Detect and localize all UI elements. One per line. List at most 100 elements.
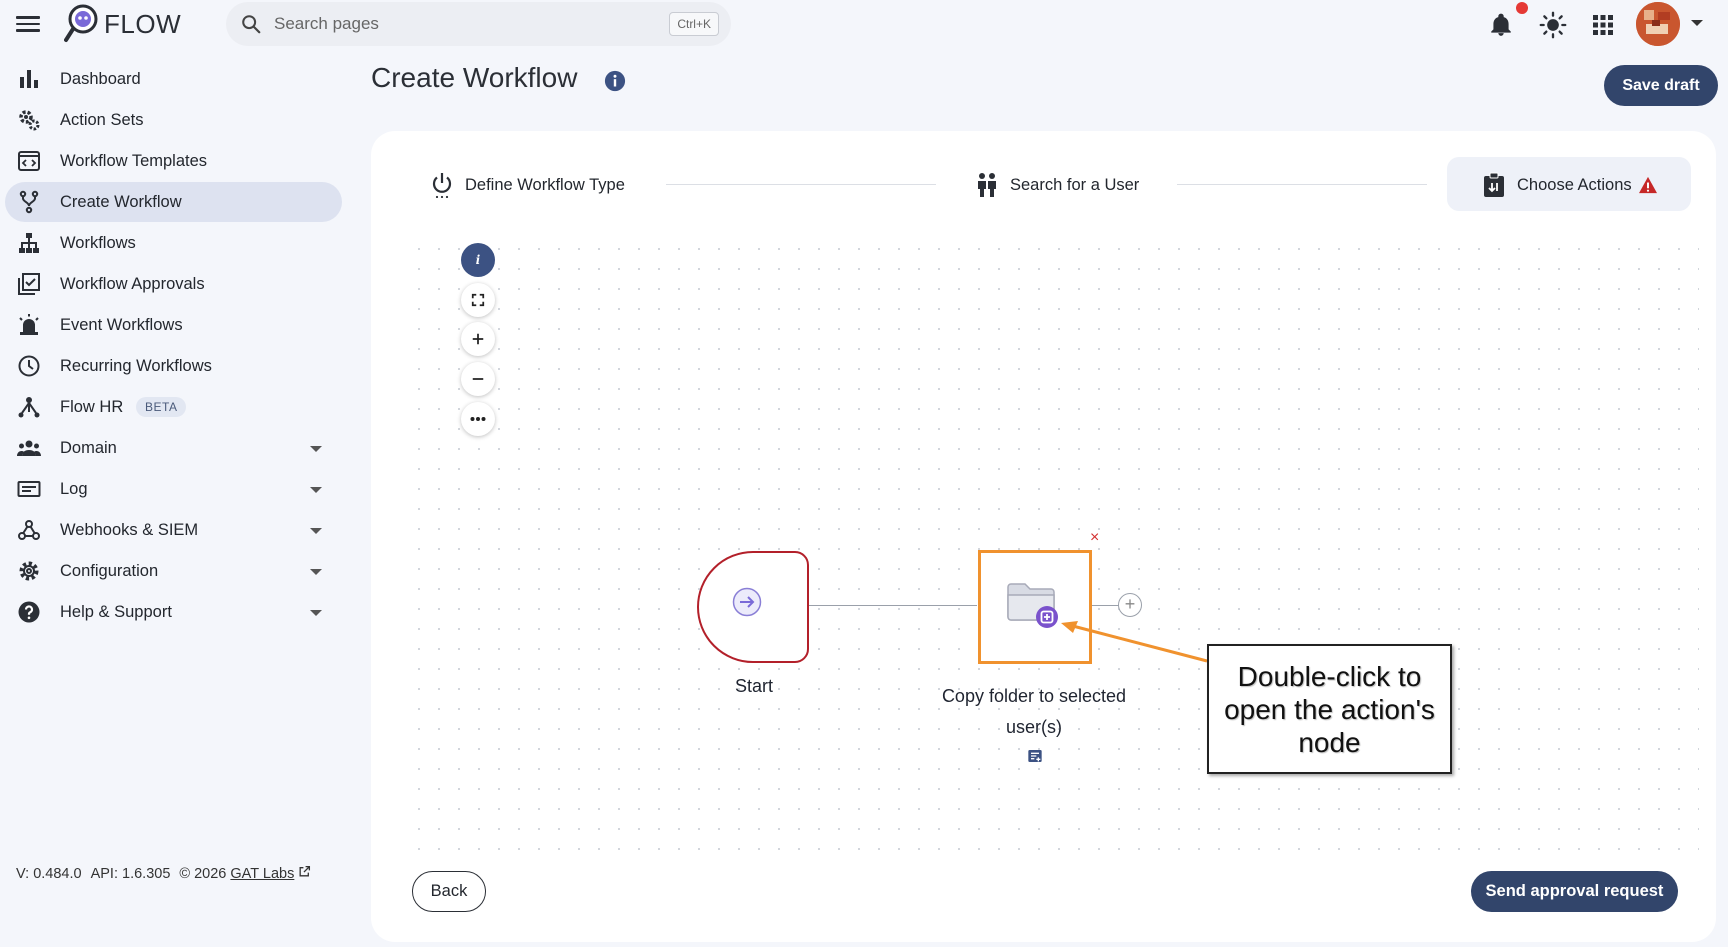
sidebar-item-label: Domain — [60, 438, 117, 457]
folder-add-icon — [1007, 583, 1058, 628]
canvas-info-button[interactable]: i — [461, 243, 495, 277]
theme-toggle-icon[interactable] — [1539, 11, 1567, 39]
logo[interactable]: FLOW — [64, 4, 181, 44]
logo-text: FLOW — [104, 8, 182, 39]
step-label: Search for a User — [1010, 175, 1140, 194]
search-icon — [242, 15, 261, 34]
workflow-card: Define Workflow Type Search for a User C… — [371, 131, 1716, 942]
workflow-canvas[interactable]: i Start × + Copy folder to selected user… — [409, 239, 1699, 859]
sidebar-item-workflow-approvals[interactable]: Workflow Approvals — [5, 264, 342, 304]
sidebar-item-workflows[interactable]: Workflows — [5, 223, 342, 263]
more-horizontal-icon — [470, 417, 486, 421]
send-approval-request-button[interactable]: Send approval request — [1471, 871, 1678, 912]
step-connector — [666, 184, 936, 185]
fullscreen-icon — [471, 293, 485, 307]
gear-icon — [19, 561, 39, 581]
more-options-button[interactable] — [461, 402, 495, 436]
top-bar: FLOW Ctrl+K — [0, 0, 1728, 50]
copyright-text: © 2026 — [179, 866, 227, 882]
sidebar-item-flow-hr[interactable]: Flow HR BETA — [5, 387, 342, 427]
sidebar-item-domain[interactable]: Domain — [5, 428, 342, 468]
chevron-down-icon — [310, 569, 322, 575]
chevron-down-icon[interactable] — [1691, 20, 1703, 26]
help-icon — [18, 601, 40, 623]
chevron-down-icon — [310, 528, 322, 534]
edge-action-to-add — [1092, 605, 1120, 606]
svg-text:i: i — [476, 253, 480, 267]
menu-icon[interactable] — [16, 13, 40, 33]
save-draft-button[interactable]: Save draft — [1604, 65, 1718, 106]
api-version-text: API: 1.6.305 — [90, 865, 171, 882]
sidebar-item-label: Workflows — [60, 233, 136, 252]
sidebar-item-log[interactable]: Log — [5, 469, 342, 509]
external-link-icon[interactable] — [298, 865, 311, 878]
log-icon — [17, 481, 41, 497]
back-button[interactable]: Back — [412, 871, 486, 912]
sidebar-item-label: Create Workflow — [60, 192, 182, 211]
version-text: V: 0.484.0 — [16, 865, 82, 882]
step-search-for-user[interactable]: Search for a User — [976, 172, 1139, 198]
sidebar-item-dashboard[interactable]: Dashboard — [5, 59, 342, 99]
gears-icon — [19, 110, 40, 131]
step-label: Choose Actions — [1517, 175, 1632, 194]
callout-arrow — [1061, 621, 1208, 663]
minus-icon — [472, 378, 484, 380]
sidebar-item-webhooks-siem[interactable]: Webhooks & SIEM — [5, 510, 342, 550]
approval-icon — [18, 273, 40, 295]
search-shortcut: Ctrl+K — [669, 12, 719, 36]
start-label: Start — [734, 676, 773, 696]
sidebar-item-label: Action Sets — [60, 110, 144, 129]
sidebar-item-label: Configuration — [60, 561, 159, 580]
clock-icon — [18, 355, 40, 377]
add-node-button[interactable]: + — [1118, 593, 1142, 617]
info-icon: i — [476, 253, 480, 267]
bell-icon[interactable] — [1488, 12, 1514, 38]
arrow-right-circle-icon — [732, 587, 762, 617]
edge-start-to-action — [809, 605, 977, 606]
people-icon — [978, 173, 996, 197]
apps-grid-icon[interactable] — [1593, 15, 1613, 35]
step-choose-actions[interactable]: Choose Actions — [1483, 172, 1658, 198]
sidebar-item-recurring-workflows[interactable]: Recurring Workflows — [5, 346, 342, 386]
sidebar-item-label: Flow HR — [60, 397, 124, 416]
instruction-callout: Double-click to open the action's node — [1207, 644, 1452, 774]
search-input[interactable] — [274, 14, 634, 34]
sidebar-item-label: Webhooks & SIEM — [60, 520, 199, 539]
avatar[interactable] — [1636, 2, 1680, 46]
chevron-down-icon — [310, 446, 322, 452]
zoom-in-button[interactable] — [461, 322, 495, 356]
sidebar-item-label: Workflow Templates — [60, 151, 208, 170]
webhook-icon — [18, 520, 40, 540]
sidebar-item-label: Log — [60, 479, 88, 498]
step-define-workflow-type[interactable]: Define Workflow Type — [431, 172, 625, 198]
zoom-out-button[interactable] — [461, 362, 495, 396]
sidebar-item-help-support[interactable]: Help & Support — [5, 592, 342, 632]
chevron-down-icon — [310, 610, 322, 616]
alarm-icon — [19, 314, 39, 335]
remove-node-button[interactable]: × — [1090, 530, 1099, 546]
group-icon — [17, 440, 41, 456]
search-bar[interactable]: Ctrl+K — [226, 2, 731, 46]
page-title: Create Workflow — [371, 62, 578, 93]
hr-icon — [18, 397, 40, 418]
sidebar-item-configuration[interactable]: Configuration — [5, 551, 342, 591]
step-connector — [1177, 184, 1427, 185]
step-label: Define Workflow Type — [465, 175, 625, 194]
sidebar-item-workflow-templates[interactable]: Workflow Templates — [5, 141, 342, 181]
fork-icon — [19, 190, 39, 214]
start-node[interactable] — [697, 551, 809, 663]
warning-icon — [1638, 176, 1657, 194]
add-note-icon[interactable] — [1027, 748, 1043, 764]
sidebar-item-event-workflows[interactable]: Event Workflows — [5, 305, 342, 345]
power-icon — [432, 173, 452, 198]
beta-badge: BETA — [136, 397, 187, 417]
fit-view-button[interactable] — [461, 283, 495, 317]
company-link[interactable]: GAT Labs — [230, 866, 294, 882]
notification-dot — [1516, 2, 1528, 14]
info-icon[interactable] — [604, 70, 626, 92]
sidebar-item-action-sets[interactable]: Action Sets — [5, 100, 342, 140]
chevron-down-icon — [310, 487, 322, 493]
checklist-icon — [1484, 172, 1504, 197]
sidebar-item-create-workflow[interactable]: Create Workflow — [5, 182, 342, 222]
bar-chart-icon — [20, 70, 38, 88]
